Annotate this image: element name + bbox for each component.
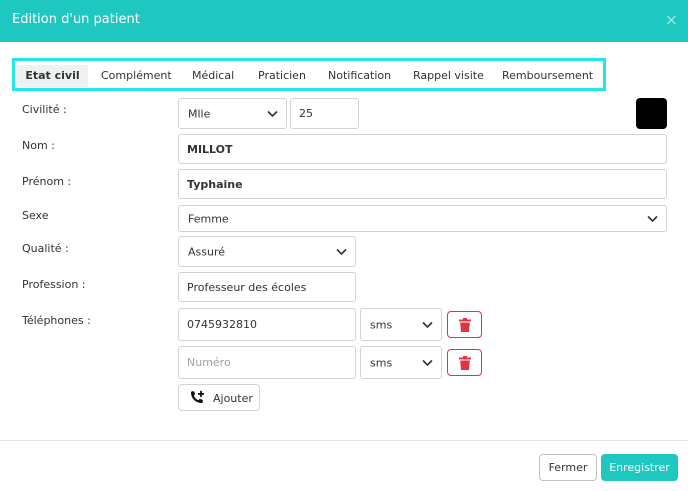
civilite-number-input[interactable]	[290, 98, 359, 129]
trash-icon	[459, 356, 471, 370]
tab-etat-civil[interactable]: Etat civil	[17, 65, 88, 87]
prenom-input[interactable]	[178, 169, 667, 199]
sexe-value: Femme	[188, 212, 229, 225]
tab-rappel-visite[interactable]: Rappel visite	[413, 65, 484, 87]
sexe-select[interactable]: Femme	[178, 205, 667, 232]
profession-input[interactable]	[178, 272, 356, 302]
tab-bar: Etat civil Complément Médical Praticien …	[12, 58, 606, 91]
qualite-label: Qualité :	[22, 242, 69, 255]
close-icon[interactable]: ×	[665, 10, 678, 29]
phone-number-input-2[interactable]	[178, 346, 356, 379]
telephones-label: Téléphones :	[22, 314, 91, 327]
phone-type-value-1: sms	[370, 318, 393, 331]
add-phone-label: Ajouter	[213, 392, 253, 405]
nom-label: Nom :	[22, 139, 55, 152]
nom-input[interactable]	[178, 134, 667, 164]
profession-label: Profession :	[22, 278, 86, 291]
modal-header: Edition d'un patient ×	[0, 0, 688, 42]
civilite-value: Mlle	[188, 107, 211, 120]
chevron-down-icon	[422, 321, 433, 328]
chevron-down-icon	[267, 110, 278, 117]
close-button[interactable]: Fermer	[539, 454, 597, 481]
delete-phone-button-2[interactable]	[447, 349, 482, 376]
chevron-down-icon	[422, 359, 433, 366]
phone-type-select-2[interactable]: sms	[360, 346, 442, 379]
add-phone-button[interactable]: Ajouter	[178, 384, 260, 411]
modal-title: Edition d'un patient	[12, 12, 140, 27]
phone-type-select-1[interactable]: sms	[360, 308, 442, 341]
qualite-select[interactable]: Assuré	[178, 236, 356, 267]
phone-number-input-1[interactable]	[178, 308, 356, 341]
delete-phone-button-1[interactable]	[447, 311, 482, 338]
phone-type-value-2: sms	[370, 356, 393, 369]
phone-plus-icon	[191, 390, 204, 403]
chevron-down-icon	[647, 215, 658, 222]
color-swatch[interactable]	[636, 98, 667, 129]
chevron-down-icon	[336, 248, 347, 255]
qualite-value: Assuré	[188, 245, 226, 258]
trash-icon	[459, 318, 471, 332]
tab-medical[interactable]: Médical	[192, 65, 234, 87]
sexe-label: Sexe	[22, 209, 49, 222]
tab-praticien[interactable]: Praticien	[258, 65, 306, 87]
tab-complement[interactable]: Complément	[101, 65, 172, 87]
civilite-select[interactable]: Mlle	[178, 98, 287, 129]
tab-notification[interactable]: Notification	[328, 65, 391, 87]
tab-remboursement[interactable]: Remboursement	[502, 65, 593, 87]
civilite-label: Civilité :	[22, 103, 67, 116]
footer-divider	[0, 440, 688, 441]
prenom-label: Prénom :	[22, 175, 72, 188]
save-button[interactable]: Enregistrer	[601, 454, 678, 481]
